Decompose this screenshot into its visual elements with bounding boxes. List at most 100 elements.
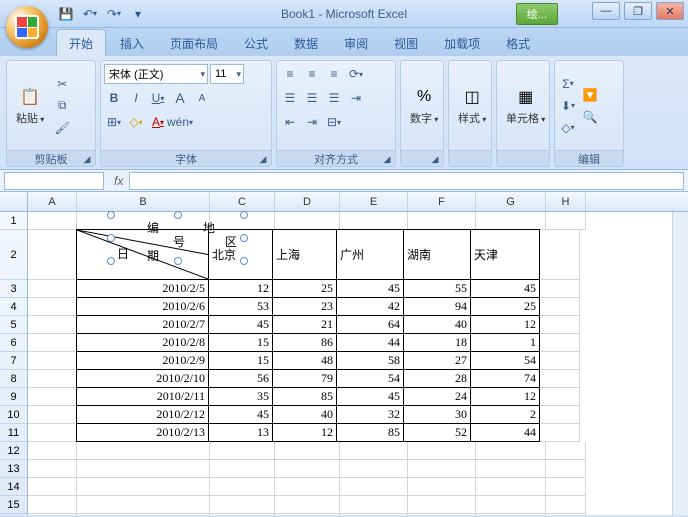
cell[interactable] xyxy=(210,478,275,496)
cell[interactable]: 2010/2/8 xyxy=(76,333,209,352)
cell[interactable] xyxy=(340,460,408,478)
number-launcher[interactable]: ◢ xyxy=(429,153,441,165)
cell[interactable] xyxy=(540,424,580,442)
col-header-G[interactable]: G xyxy=(476,192,546,211)
cell[interactable]: 35 xyxy=(208,387,273,406)
cell[interactable] xyxy=(28,316,77,334)
cell[interactable]: 42 xyxy=(336,297,404,316)
col-header-B[interactable]: B xyxy=(77,192,210,211)
cell[interactable]: 2010/2/11 xyxy=(76,387,209,406)
align-top-button[interactable]: ≡ xyxy=(280,64,300,84)
resize-handle-s[interactable] xyxy=(174,257,182,265)
cell[interactable] xyxy=(476,442,546,460)
resize-handle-e[interactable] xyxy=(240,234,248,242)
cell[interactable] xyxy=(408,514,476,515)
row-header-9[interactable]: 9 xyxy=(0,388,27,406)
cell[interactable] xyxy=(546,460,586,478)
cells-button[interactable]: ▦单元格 xyxy=(500,64,551,147)
col-header-C[interactable]: C xyxy=(210,192,275,211)
cell[interactable] xyxy=(540,370,580,388)
tab-home[interactable]: 开始 xyxy=(56,29,106,56)
tab-addins[interactable]: 加载项 xyxy=(432,30,492,56)
cell[interactable] xyxy=(77,478,210,496)
cell[interactable]: 53 xyxy=(208,297,273,316)
italic-button[interactable]: I xyxy=(126,88,146,108)
cell[interactable] xyxy=(275,212,340,230)
cell[interactable]: 15 xyxy=(208,333,273,352)
cell[interactable] xyxy=(540,298,580,316)
merge-button[interactable]: ⊟ xyxy=(324,112,344,132)
minimize-button[interactable]: — xyxy=(592,2,620,20)
cell[interactable]: 2010/2/10 xyxy=(76,369,209,388)
cell[interactable]: 55 xyxy=(403,279,471,298)
cell[interactable]: 48 xyxy=(272,351,337,370)
decrease-indent-button[interactable]: ⇤ xyxy=(280,112,300,132)
cell[interactable] xyxy=(210,514,275,515)
clipboard-launcher[interactable]: ◢ xyxy=(81,153,93,165)
cell[interactable]: 58 xyxy=(336,351,404,370)
tab-review[interactable]: 审阅 xyxy=(332,30,380,56)
cell[interactable] xyxy=(476,496,546,514)
cell[interactable] xyxy=(28,334,77,352)
cell[interactable]: 上海 xyxy=(272,229,337,280)
font-size-select[interactable]: 11 xyxy=(210,64,244,84)
underline-button[interactable]: U xyxy=(148,88,168,108)
cell[interactable] xyxy=(540,352,580,370)
cell[interactable] xyxy=(28,280,77,298)
cell[interactable] xyxy=(540,334,580,352)
contextual-tab-label[interactable]: 绘... xyxy=(516,3,558,25)
cell[interactable]: 40 xyxy=(272,405,337,424)
cell[interactable] xyxy=(408,496,476,514)
vertical-scrollbar[interactable] xyxy=(672,212,688,515)
align-left-button[interactable]: ☰ xyxy=(280,88,300,108)
cell[interactable] xyxy=(28,352,77,370)
cell[interactable]: 74 xyxy=(470,369,540,388)
cell[interactable] xyxy=(476,478,546,496)
cell[interactable]: 15 xyxy=(208,351,273,370)
increase-indent-button[interactable]: ⇥ xyxy=(302,112,322,132)
tab-data[interactable]: 数据 xyxy=(282,30,330,56)
cell[interactable] xyxy=(540,406,580,424)
cell[interactable]: 湖南 xyxy=(403,229,471,280)
grow-font-button[interactable]: A xyxy=(170,88,190,108)
cell[interactable]: 25 xyxy=(272,279,337,298)
cell[interactable] xyxy=(28,442,77,460)
restore-button[interactable]: ❐ xyxy=(624,2,652,20)
paste-button[interactable]: 📋 粘贴 xyxy=(10,64,50,147)
cell[interactable] xyxy=(476,212,546,230)
row-header-3[interactable]: 3 xyxy=(0,280,27,298)
tab-format[interactable]: 格式 xyxy=(494,30,542,56)
cell[interactable]: 18 xyxy=(403,333,471,352)
copy-button[interactable]: ⧉ xyxy=(52,96,72,116)
cell[interactable]: 23 xyxy=(272,297,337,316)
cell[interactable] xyxy=(340,478,408,496)
save-icon[interactable]: 💾 xyxy=(56,4,76,24)
tab-insert[interactable]: 插入 xyxy=(108,30,156,56)
cell[interactable]: 2010/2/5 xyxy=(76,279,209,298)
cell[interactable]: 2010/2/13 xyxy=(76,423,209,442)
row-header-2[interactable]: 2 xyxy=(0,230,27,280)
col-header-A[interactable]: A xyxy=(28,192,77,211)
cell[interactable]: 1 xyxy=(470,333,540,352)
cell[interactable] xyxy=(28,460,77,478)
cell[interactable]: 45 xyxy=(336,387,404,406)
find-select-button[interactable]: 🔍 xyxy=(580,107,600,127)
cell[interactable] xyxy=(28,496,77,514)
cell[interactable]: 24 xyxy=(403,387,471,406)
sort-filter-button[interactable]: 🔽 xyxy=(580,85,600,105)
cell[interactable]: 44 xyxy=(470,423,540,442)
cell[interactable]: 56 xyxy=(208,369,273,388)
cell[interactable] xyxy=(340,442,408,460)
cell[interactable] xyxy=(210,460,275,478)
cell[interactable] xyxy=(408,460,476,478)
cell[interactable]: 32 xyxy=(336,405,404,424)
cell[interactable] xyxy=(28,478,77,496)
close-button[interactable]: ✕ xyxy=(656,2,684,20)
tab-formulas[interactable]: 公式 xyxy=(232,30,280,56)
tab-page-layout[interactable]: 页面布局 xyxy=(158,30,230,56)
col-header-H[interactable]: H xyxy=(546,192,586,211)
row-header-5[interactable]: 5 xyxy=(0,316,27,334)
cell[interactable] xyxy=(28,406,77,424)
border-button[interactable]: ⊞ xyxy=(104,112,124,132)
wrap-text-button[interactable]: ⇥ xyxy=(346,88,366,108)
